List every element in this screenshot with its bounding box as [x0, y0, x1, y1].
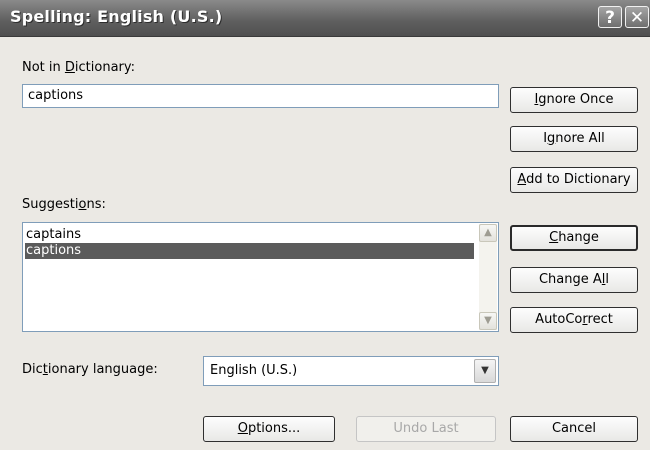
change-all-button[interactable]: Change All: [510, 267, 638, 293]
change-button[interactable]: Change: [510, 225, 638, 251]
ignore-all-button[interactable]: Ignore All: [510, 126, 638, 152]
scroll-down-arrow[interactable]: ▼: [479, 312, 497, 330]
not-in-dictionary-value: captions: [28, 88, 84, 103]
add-to-dictionary-button[interactable]: Add to Dictionary: [510, 167, 638, 193]
not-in-dictionary-label: Not in Dictionary:: [22, 60, 136, 75]
dictionary-language-value: English (U.S.): [210, 363, 298, 378]
suggestions-scrollbar[interactable]: ▲ ▼: [479, 224, 497, 330]
dictionary-language-select[interactable]: English (U.S.) ▼: [203, 356, 499, 386]
spelling-dialog: Spelling: English (U.S.) ? ✕ Not in Dict…: [0, 0, 650, 450]
help-button[interactable]: ?: [598, 6, 622, 28]
dropdown-button[interactable]: ▼: [474, 359, 496, 383]
window-title: Spelling: English (U.S.): [10, 7, 223, 26]
chevron-down-icon: ▼: [484, 315, 492, 326]
close-icon: ✕: [629, 8, 645, 28]
options-button[interactable]: Options...: [203, 416, 335, 442]
autocorrect-button[interactable]: AutoCorrect: [510, 307, 638, 333]
help-icon: ?: [605, 8, 615, 28]
suggestion-item-captains[interactable]: captains: [25, 227, 474, 243]
close-button[interactable]: ✕: [625, 6, 649, 28]
chevron-down-icon: ▼: [481, 365, 489, 376]
undo-last-button[interactable]: Undo Last: [356, 416, 496, 442]
ignore-once-button[interactable]: Ignore Once: [510, 87, 638, 113]
scroll-up-arrow[interactable]: ▲: [479, 224, 497, 242]
chevron-up-icon: ▲: [484, 227, 492, 238]
cancel-button[interactable]: Cancel: [510, 416, 638, 442]
suggestion-item-captions[interactable]: captions: [25, 243, 474, 259]
suggestions-list[interactable]: captains captions ▲ ▼: [22, 222, 499, 332]
dictionary-language-label: Dictionary language:: [22, 362, 158, 377]
suggestions-label: Suggestions:: [22, 197, 106, 212]
not-in-dictionary-field[interactable]: captions: [22, 84, 499, 108]
title-bar[interactable]: Spelling: English (U.S.) ? ✕: [0, 0, 650, 37]
